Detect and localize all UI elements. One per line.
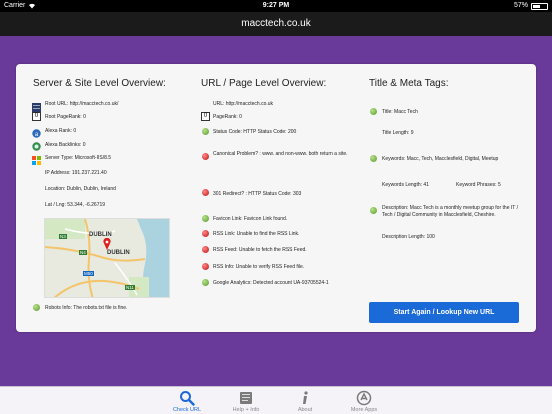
tab-bar: Check URL Help + Info About More Apps bbox=[0, 386, 552, 414]
rss-link: RSS Link: Unable to find the RSS Link. bbox=[213, 231, 300, 237]
windows-icon bbox=[32, 152, 41, 165]
tab-more-apps[interactable]: More Apps bbox=[334, 387, 394, 414]
page-title: macctech.co.uk bbox=[241, 18, 311, 29]
meta-heading: Title & Meta Tags: bbox=[369, 78, 449, 89]
analytics-ok-icon bbox=[202, 279, 209, 286]
keywords-length: Keywords Length: 41 bbox=[382, 182, 429, 188]
server-icon bbox=[32, 99, 41, 112]
meta-title: Title: Macc Tech bbox=[382, 109, 418, 115]
server-type: Server Type: Microsoft-IIS/8.5 bbox=[45, 155, 112, 161]
pagerank-badge: 0 bbox=[32, 112, 41, 121]
tab-about-label: About bbox=[297, 407, 313, 413]
tab-more-apps-label: More Apps bbox=[350, 407, 378, 413]
title-length: Title Length: 9 bbox=[382, 130, 414, 136]
backlinks-icon bbox=[32, 138, 41, 151]
page-pagerank-badge: 0 bbox=[201, 112, 210, 121]
server-heading: Server & Site Level Overview: bbox=[33, 78, 166, 89]
nav-bar: macctech.co.uk bbox=[0, 12, 552, 36]
google-analytics: Google Analytics: Detected account UA-93… bbox=[213, 280, 329, 286]
favicon-ok-icon bbox=[202, 215, 209, 222]
rss-feed: RSS Feed: Unable to fetch the RSS Feed. bbox=[213, 247, 307, 253]
map-road-m50: M50 bbox=[83, 271, 94, 276]
rss-info-error-icon bbox=[202, 263, 209, 270]
status-code: Status Code: HTTP Status Code: 200 bbox=[213, 129, 297, 135]
status-bar: Carrier 9:27 PM 57% bbox=[0, 0, 552, 12]
root-pagerank: Root PageRank: 0 bbox=[45, 114, 86, 120]
robots-status-ok-icon bbox=[33, 304, 40, 311]
title-ok-icon bbox=[370, 108, 377, 115]
start-again-button[interactable]: Start Again / Lookup New URL bbox=[369, 302, 519, 323]
tab-about[interactable]: About bbox=[275, 387, 335, 414]
alexa-icon: a bbox=[32, 125, 41, 138]
rss-link-error-icon bbox=[202, 230, 209, 237]
favicon-link: Favicon Link: Favicon Link found. bbox=[213, 216, 288, 222]
battery-icon bbox=[531, 3, 548, 10]
alexa-backlinks: Alexa Backlinks: 0 bbox=[45, 142, 86, 148]
tab-help-info[interactable]: Help + Info bbox=[216, 387, 276, 414]
map-road-n3: N3 bbox=[59, 234, 67, 239]
redirect-status: 301 Redirect? : HTTP Status Code: 303 bbox=[213, 191, 302, 197]
search-icon bbox=[179, 390, 195, 406]
root-url: Root URL: http://macctech.co.uk/ bbox=[45, 101, 119, 107]
ip-address: IP Address: 191.237.221.40 bbox=[45, 170, 107, 176]
keywords-ok-icon bbox=[370, 155, 377, 162]
rss-info: RSS Info: Unable to verify RSS Feed file… bbox=[213, 264, 305, 270]
url-heading: URL / Page Level Overview: bbox=[201, 78, 327, 89]
tab-check-url-label: Check URL bbox=[172, 407, 202, 413]
battery-percent: 57% bbox=[513, 2, 528, 9]
description-ok-icon bbox=[370, 207, 377, 214]
page-pagerank: PageRank: 0 bbox=[213, 114, 242, 120]
info-icon bbox=[297, 390, 313, 406]
tab-check-url[interactable]: Check URL bbox=[157, 387, 217, 414]
robots-info: Robots Info: The robots.txt file is fine… bbox=[45, 305, 128, 311]
map-pin-icon bbox=[103, 237, 111, 255]
alexa-rank: Alexa Rank: 0 bbox=[45, 128, 77, 134]
location: Location: Dublin, Dublin, Ireland bbox=[45, 186, 116, 192]
lat-lng: Lat / Lng: 53.344, -6.26719 bbox=[45, 202, 106, 208]
rss-feed-error-icon bbox=[202, 246, 209, 253]
map-road-n4: N4 bbox=[79, 250, 87, 255]
meta-keywords: Keywords: Macc, Tech, Macclesfield, Digi… bbox=[382, 156, 499, 162]
book-icon bbox=[238, 390, 254, 406]
page-url: URL: http://macctech.co.uk bbox=[213, 101, 274, 107]
tab-help-info-label: Help + Info bbox=[232, 407, 260, 413]
canonical-problem: Canonical Problem? : www. and non-www. b… bbox=[213, 151, 348, 157]
apps-icon bbox=[356, 390, 372, 406]
clock: 9:27 PM bbox=[262, 2, 290, 9]
keyword-phrases: Keyword Phrases: 5 bbox=[456, 182, 501, 188]
location-map[interactable]: DUBLIN DUBLIN N3 N4 M50 N11 bbox=[44, 218, 170, 298]
canonical-error-icon bbox=[202, 153, 209, 160]
description-length: Description Length: 100 bbox=[382, 234, 435, 240]
battery-fill bbox=[533, 5, 541, 8]
meta-description: Description: Macc Tech is a monthly meet… bbox=[382, 205, 518, 218]
redirect-error-icon bbox=[202, 189, 209, 196]
map-road-n11: N11 bbox=[125, 285, 135, 290]
status-code-ok-icon bbox=[202, 128, 209, 135]
